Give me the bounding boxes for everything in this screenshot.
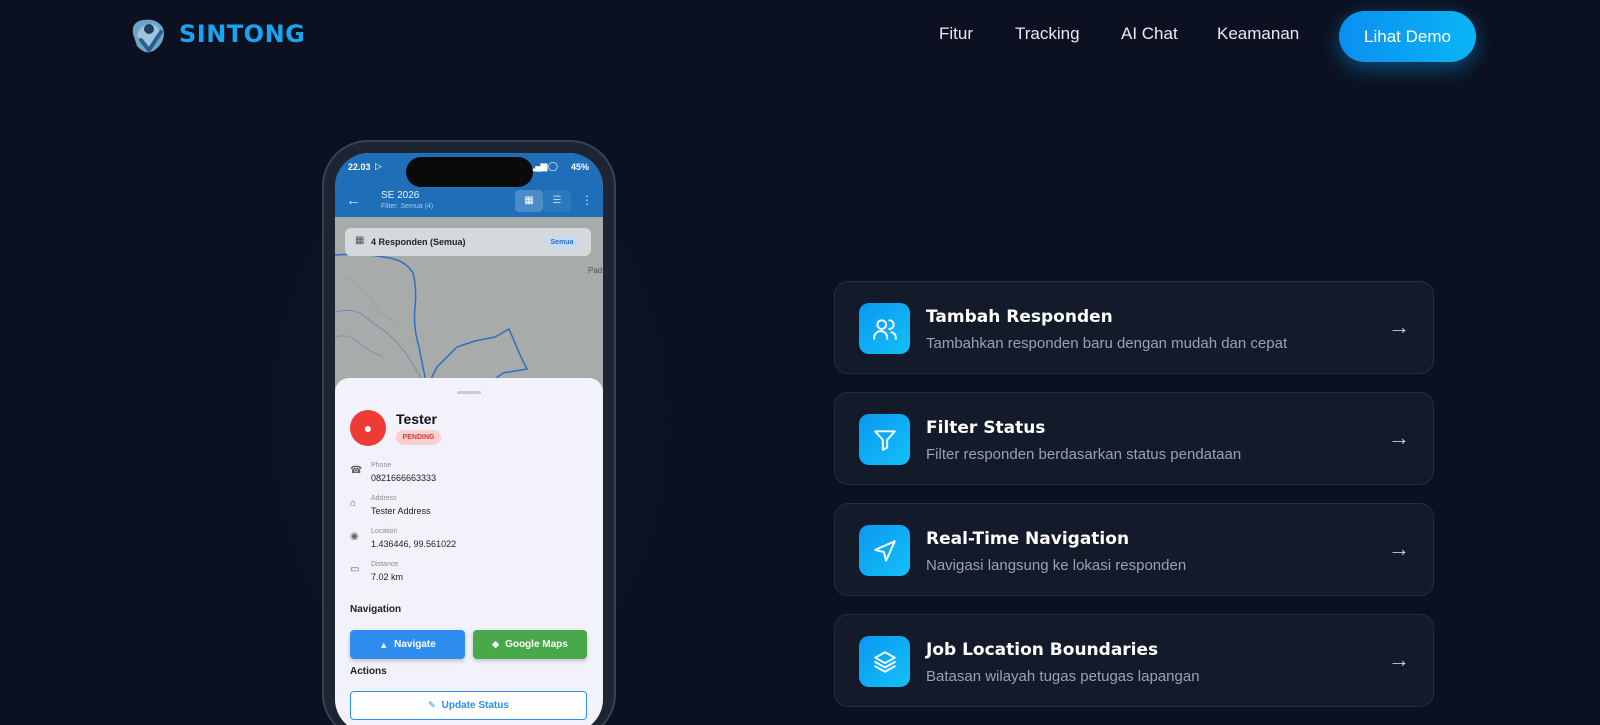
nav-link-keamanan[interactable]: Keamanan	[1217, 24, 1299, 44]
address-value: Tester Address	[371, 506, 431, 516]
app-bar: ← SE 2026 Filter: Semua (4) ▦ ☰ ⋮	[335, 187, 603, 217]
update-status-label: Update Status	[441, 700, 509, 711]
arrow-right-icon[interactable]: →	[1388, 314, 1410, 340]
arrow-right-icon[interactable]: →	[1388, 425, 1410, 451]
feature-title: Filter Status	[926, 418, 1046, 438]
actions-section-title: Actions	[350, 666, 387, 677]
feature-card-filter-status[interactable]: Filter Status Filter responden berdasark…	[834, 392, 1434, 485]
feature-description: Filter responden berdasarkan status pend…	[926, 446, 1242, 463]
map-place-label: Pad	[588, 266, 603, 275]
play-store-icon: ▷	[375, 161, 382, 171]
google-maps-button[interactable]: ◆ Google Maps	[473, 630, 587, 659]
map-icon: ▦	[355, 235, 365, 246]
map-view-icon[interactable]: ▦	[515, 190, 543, 212]
phone-icon: ☎	[350, 465, 363, 476]
back-arrow-icon[interactable]: ←	[346, 192, 361, 209]
status-badge: PENDING	[396, 430, 441, 445]
responden-detail-sheet: ● Tester PENDING ☎ Phone 0821666663333 ⌂…	[335, 378, 603, 725]
layers-icon	[859, 636, 910, 687]
feature-description: Tambahkan responden baru dengan mudah da…	[926, 335, 1288, 352]
phone-label: Phone	[371, 462, 392, 469]
navigate-button[interactable]: ▲ Navigate	[350, 630, 465, 659]
home-icon: ⌂	[350, 498, 357, 509]
nav-link-tracking[interactable]: Tracking	[1015, 24, 1080, 44]
feature-description: Navigasi langsung ke lokasi responden	[926, 557, 1187, 574]
google-maps-button-label: Google Maps	[505, 639, 568, 650]
dynamic-island	[406, 157, 533, 187]
location-pin-icon: ◉	[350, 531, 359, 542]
feature-description: Batasan wilayah tugas petugas lapangan	[926, 668, 1200, 685]
feature-title: Real-Time Navigation	[926, 529, 1130, 549]
feature-card-real-time-navigation[interactable]: Real-Time Navigation Navigasi langsung k…	[834, 503, 1434, 596]
filter-chip[interactable]: Semua	[545, 236, 579, 249]
navigation-section-title: Navigation	[350, 604, 402, 615]
phone-screen: 22.03 ▷ ▂▄▆ ▂▄▆ ◯ 45% ← SE 2026 Filter: …	[335, 153, 603, 725]
feature-title: Tambah Responden	[926, 307, 1113, 327]
battery-level: 45%	[570, 162, 589, 172]
navigate-button-label: Navigate	[394, 639, 436, 650]
update-status-button[interactable]: ✎ Update Status	[350, 691, 587, 720]
more-options-icon[interactable]: ⋮	[581, 193, 593, 207]
feature-card-job-location-boundaries[interactable]: Job Location Boundaries Batasan wilayah …	[834, 614, 1434, 707]
location-label: Location	[371, 528, 398, 535]
responden-count: 4 Responden (Semua)	[371, 237, 466, 247]
pencil-icon: ✎	[428, 700, 436, 710]
responden-name: Tester	[396, 411, 437, 427]
filter-icon	[859, 414, 910, 465]
arrow-right-icon[interactable]: →	[1388, 536, 1410, 562]
list-view-icon[interactable]: ☰	[543, 190, 571, 212]
site-header: SINTONG Fitur Tracking AI Chat Keamanan …	[0, 0, 1600, 72]
logo-icon[interactable]	[127, 14, 169, 56]
lihat-demo-button[interactable]: Lihat Demo	[1339, 11, 1476, 62]
nav-link-fitur[interactable]: Fitur	[939, 24, 973, 44]
responden-summary-card[interactable]: ▦ 4 Responden (Semua) Semua	[345, 228, 591, 256]
nav-link-ai-chat[interactable]: AI Chat	[1121, 24, 1178, 44]
app-bar-title: SE 2026	[381, 190, 420, 201]
brand-name[interactable]: SINTONG	[179, 20, 305, 48]
navigate-arrow-icon: ▲	[379, 639, 389, 650]
directions-icon: ◆	[492, 639, 500, 649]
navigation-icon	[859, 525, 910, 576]
arrow-right-icon[interactable]: →	[1388, 647, 1410, 673]
address-label: Address	[371, 495, 397, 502]
person-avatar-icon: ●	[350, 410, 386, 446]
feature-title: Job Location Boundaries	[926, 640, 1159, 660]
users-icon	[859, 303, 910, 354]
distance-label: Distance	[371, 561, 399, 568]
status-time: 22.03	[348, 162, 371, 172]
location-value: 1.436446, 99.561022	[371, 539, 457, 549]
ruler-icon: ▭	[350, 564, 360, 575]
sheet-drag-handle[interactable]	[457, 391, 481, 394]
distance-value: 7.02 km	[371, 572, 404, 582]
phone-value: 0821666663333	[371, 473, 437, 483]
app-bar-subtitle: Filter: Semua (4)	[381, 203, 434, 210]
feature-card-tambah-responden[interactable]: Tambah Responden Tambahkan responden bar…	[834, 281, 1434, 374]
